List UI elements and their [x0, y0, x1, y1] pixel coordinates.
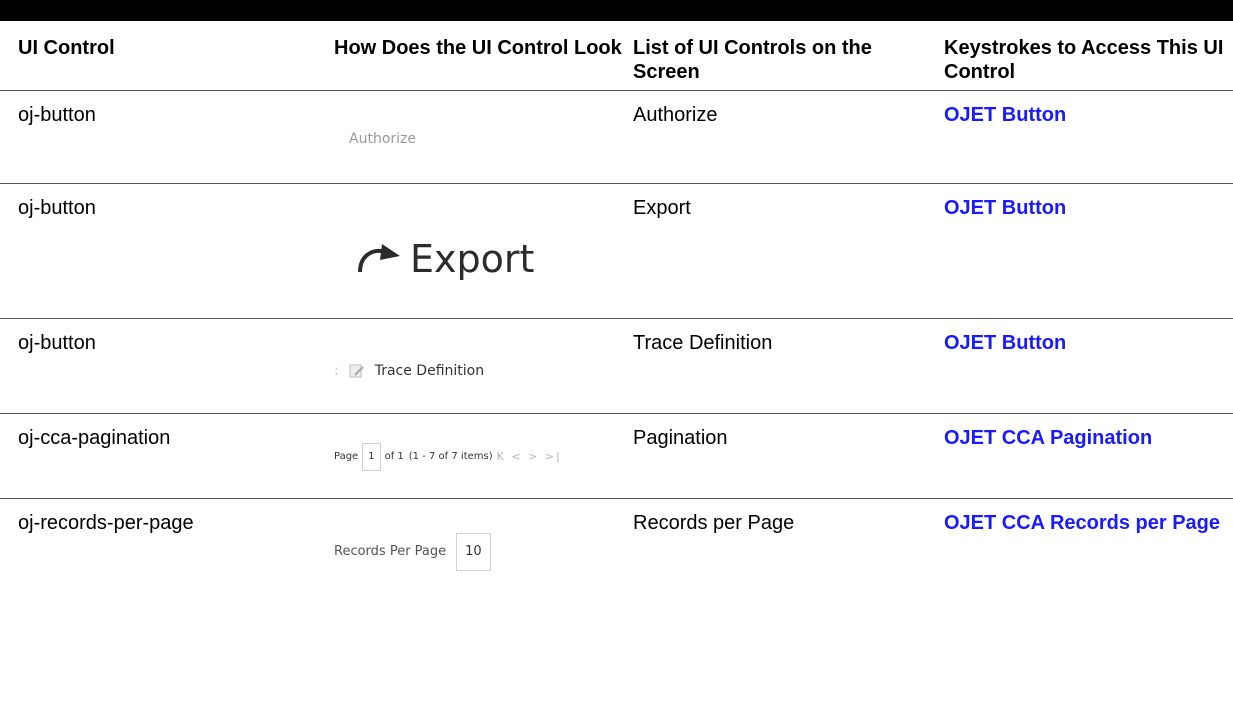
trace-definition-label: Trace Definition: [374, 363, 485, 379]
control-look-cell: Authorize: [316, 90, 631, 184]
control-name: oj-button: [0, 90, 316, 184]
screen-control-name: Trace Definition: [631, 318, 942, 414]
ui-controls-table: UI Control How Does the UI Control Look …: [0, 21, 1233, 607]
screen-control-name: Records per Page: [633, 512, 795, 534]
pagination-page-box: 1: [362, 443, 381, 471]
authorize-button-image: Authorize: [349, 131, 416, 147]
ojet-button-link[interactable]: OJET Button: [944, 104, 1066, 126]
pagination-image: Page 1 of 1 (1 - 7 of 7 items) K < > >|: [334, 443, 562, 471]
ojet-button-link[interactable]: OJET Button: [944, 332, 1066, 354]
pagination-items-label: (1 - 7 of 7 items): [408, 451, 493, 462]
table-row: oj-button Authorize Authorize OJET Butto…: [0, 90, 1233, 184]
header-look: How Does the UI Control Look: [316, 21, 631, 91]
top-border-bar: [0, 0, 1233, 21]
table-row: oj-records-per-page Records Per Page 10 …: [0, 499, 1233, 608]
keystroke-cell: OJET CCA Records per Page: [942, 499, 1233, 608]
control-look-cell: Export: [316, 183, 631, 319]
records-per-page-value: 10: [456, 533, 491, 571]
table-row: oj-cca-pagination Page 1 of 1 (1 - 7 of …: [0, 413, 1233, 499]
ojet-button-link[interactable]: OJET Button: [944, 197, 1066, 219]
header-ui-control: UI Control: [0, 21, 316, 91]
ojet-cca-records-per-page-link[interactable]: OJET CCA Records per Page: [944, 512, 1220, 534]
control-look-cell: : Trace Definition: [316, 318, 631, 414]
keystroke-cell: OJET Button: [942, 183, 1233, 319]
export-label: Export: [410, 237, 535, 281]
trace-definition-button-image: : Trace Definition: [334, 359, 484, 383]
screen-control-name: Authorize: [631, 90, 942, 184]
screen-control-name: Pagination: [631, 413, 942, 499]
control-name: oj-records-per-page: [18, 512, 194, 534]
screen-control-name: Export: [631, 183, 942, 319]
records-per-page-label: Records Per Page: [334, 544, 447, 559]
toolbar-separator: :: [334, 363, 339, 379]
pagination-page-label: Page: [334, 451, 359, 462]
control-look-cell: Records Per Page 10: [316, 499, 631, 608]
pagination-of-label: of 1: [384, 451, 404, 462]
document-edit-icon: [349, 364, 364, 378]
keystroke-cell: OJET Button: [942, 318, 1233, 414]
keystroke-cell: OJET Button: [942, 90, 1233, 184]
ojet-cca-pagination-link[interactable]: OJET CCA Pagination: [944, 427, 1152, 449]
export-button-image: Export: [354, 237, 535, 281]
keystroke-cell: OJET CCA Pagination: [942, 413, 1233, 499]
records-per-page-image: Records Per Page 10: [334, 533, 491, 571]
table-header-row: UI Control How Does the UI Control Look …: [0, 21, 1233, 91]
control-name: oj-cca-pagination: [0, 413, 316, 499]
table-row: oj-button : Trace Definition Trace Defin…: [0, 318, 1233, 414]
redo-arrow-icon: [358, 244, 400, 273]
control-look-cell: Page 1 of 1 (1 - 7 of 7 items) K < > >|: [316, 413, 631, 499]
header-keystrokes: Keystrokes to Access This UI Control: [942, 21, 1233, 91]
control-name: oj-button: [0, 183, 316, 319]
table-row: oj-button Export Export OJET Button: [0, 183, 1233, 319]
pagination-nav-icons: K < > >|: [496, 450, 562, 463]
control-name: oj-button: [0, 318, 316, 414]
header-screen-list: List of UI Controls on the Screen: [631, 21, 942, 91]
